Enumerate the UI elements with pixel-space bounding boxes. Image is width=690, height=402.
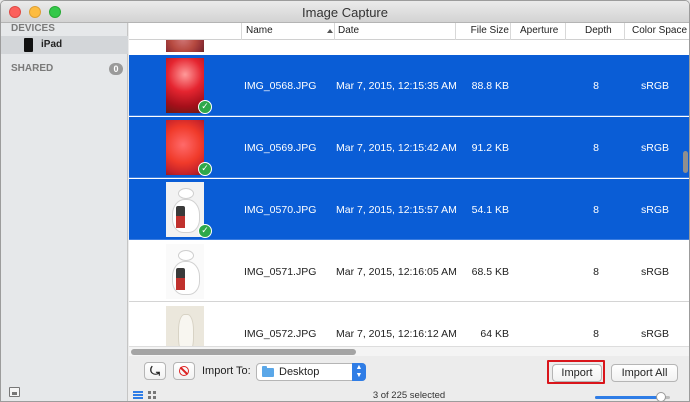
thumbnail-figure-head bbox=[178, 188, 194, 199]
cell-color-space: sRGB bbox=[640, 142, 669, 154]
cell-depth: 8 bbox=[593, 80, 599, 92]
cell-name: IMG_0571.JPG bbox=[244, 266, 317, 278]
thumbnail-figure bbox=[178, 314, 194, 346]
sidebar-item-ipad[interactable]: iPad bbox=[1, 36, 128, 54]
cell-file-size: 68.5 KB bbox=[471, 266, 509, 278]
column-header-color-space[interactable]: Color Space bbox=[629, 25, 687, 36]
imported-check-icon: ✓ bbox=[198, 100, 212, 114]
cell-name: IMG_0570.JPG bbox=[244, 204, 317, 216]
thumbnail-figure-child bbox=[176, 268, 185, 290]
column-divider bbox=[565, 23, 566, 40]
image-capture-window: Image Capture DEVICES iPad SHARED 0 Name… bbox=[0, 0, 690, 402]
column-header-file-size[interactable]: File Size bbox=[452, 25, 509, 36]
vertical-scrollbar[interactable] bbox=[683, 151, 688, 173]
shared-heading: SHARED bbox=[11, 63, 54, 74]
cell-color-space: sRGB bbox=[640, 328, 669, 340]
image-thumbnail bbox=[166, 306, 204, 346]
thumbnail-figure-child bbox=[176, 206, 185, 228]
column-header-name[interactable]: Name bbox=[243, 25, 273, 36]
cell-depth: 8 bbox=[593, 142, 599, 154]
show-hide-sidebar-icon[interactable] bbox=[9, 387, 20, 397]
column-header-date[interactable]: Date bbox=[335, 25, 359, 36]
column-divider bbox=[241, 23, 242, 40]
cell-file-size: 91.2 KB bbox=[471, 142, 509, 154]
horizontal-scrollbar[interactable] bbox=[129, 346, 689, 356]
cell-depth: 8 bbox=[593, 204, 599, 216]
cell-color-space: sRGB bbox=[640, 204, 669, 216]
table-header: Name Date File Size Aperture Depth Color… bbox=[129, 23, 689, 40]
cell-name: IMG_0569.JPG bbox=[244, 142, 317, 154]
cell-depth: 8 bbox=[593, 266, 599, 278]
table-row[interactable]: ✓ IMG_0570.JPG Mar 7, 2015, 12:15:57 AM … bbox=[129, 179, 689, 240]
horizontal-scrollbar-thumb[interactable] bbox=[131, 349, 356, 355]
column-header-aperture[interactable]: Aperture bbox=[517, 25, 558, 36]
thumbnail-size-slider-knob[interactable] bbox=[656, 392, 666, 401]
thumbnail-size-slider-fill bbox=[595, 396, 661, 399]
image-table: Name Date File Size Aperture Depth Color… bbox=[129, 23, 689, 346]
cell-color-space: sRGB bbox=[640, 266, 669, 278]
cell-depth: 8 bbox=[593, 328, 599, 340]
column-divider bbox=[624, 23, 625, 40]
column-divider bbox=[510, 23, 511, 40]
imported-check-icon: ✓ bbox=[198, 162, 212, 176]
thumbnail-size-slider[interactable] bbox=[595, 392, 670, 401]
column-header-depth[interactable]: Depth bbox=[582, 25, 612, 36]
cell-file-size: 88.8 KB bbox=[471, 80, 509, 92]
devices-heading: DEVICES bbox=[11, 23, 55, 34]
table-row[interactable]: ✓ IMG_0569.JPG Mar 7, 2015, 12:15:42 AM … bbox=[129, 117, 689, 178]
table-row[interactable]: IMG_0571.JPG Mar 7, 2015, 12:16:05 AM 68… bbox=[129, 241, 689, 302]
cell-file-size: 64 KB bbox=[480, 328, 509, 340]
ipad-icon bbox=[24, 38, 33, 52]
sidebar: DEVICES iPad SHARED 0 bbox=[1, 23, 128, 401]
window-title: Image Capture bbox=[302, 5, 388, 20]
status-bar: 3 of 225 selected bbox=[129, 357, 689, 401]
thumbnail-figure-head bbox=[178, 250, 194, 261]
table-row[interactable]: IMG_0572.JPG Mar 7, 2015, 12:16:12 AM 64… bbox=[129, 303, 689, 346]
shared-count-badge: 0 bbox=[109, 63, 123, 75]
image-thumbnail bbox=[166, 244, 204, 299]
cell-file-size: 54.1 KB bbox=[471, 204, 509, 216]
cell-name: IMG_0568.JPG bbox=[244, 80, 317, 92]
sort-ascending-icon bbox=[327, 29, 333, 33]
cell-name: IMG_0572.JPG bbox=[244, 328, 317, 340]
cell-color-space: sRGB bbox=[640, 80, 669, 92]
device-label: iPad bbox=[41, 39, 63, 50]
title-bar[interactable]: Image Capture bbox=[1, 1, 689, 23]
table-row[interactable]: ✓ IMG_0568.JPG Mar 7, 2015, 12:15:35 AM … bbox=[129, 55, 689, 116]
imported-check-icon: ✓ bbox=[198, 224, 212, 238]
